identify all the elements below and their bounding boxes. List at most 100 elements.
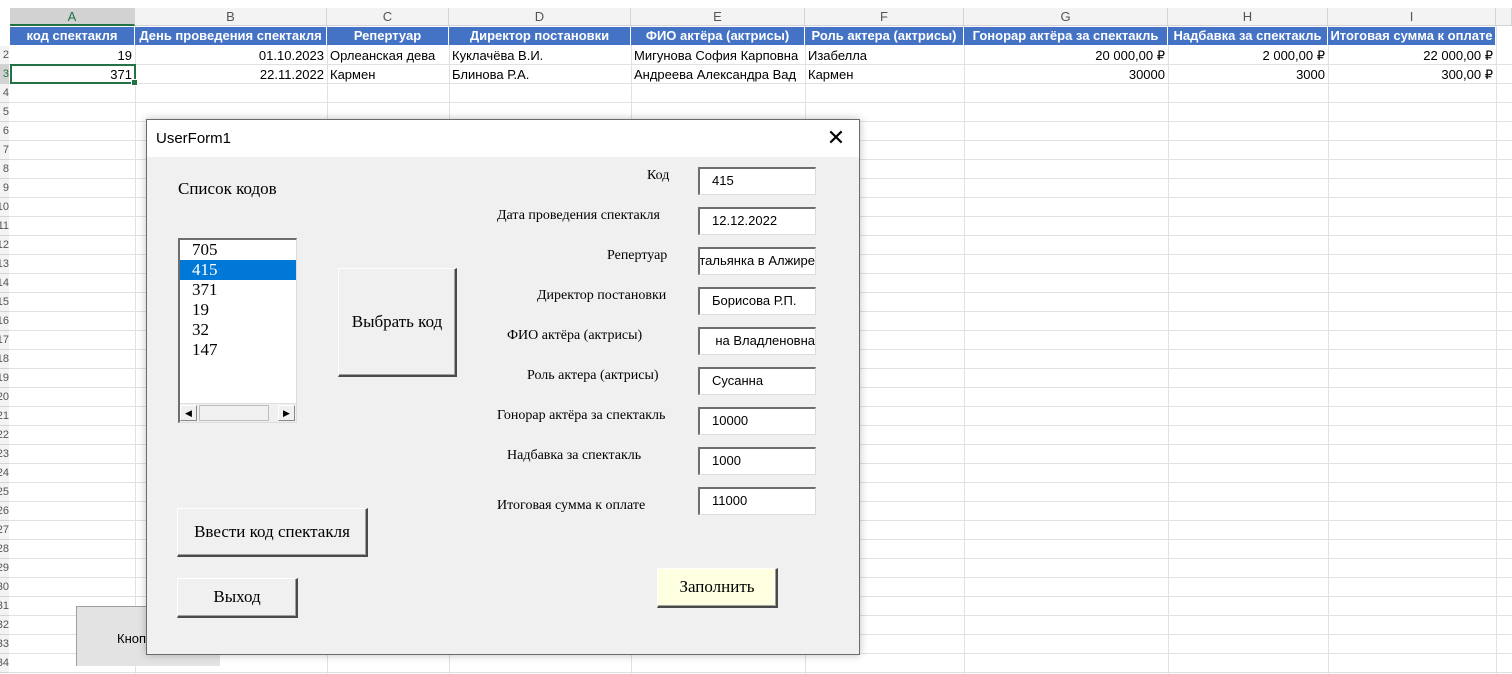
exit-button[interactable]: Выход [177, 578, 298, 618]
column-header-e[interactable]: E [631, 8, 805, 26]
table-cell[interactable]: 22 000,00 ₽ [1328, 46, 1496, 65]
row-header[interactable]: 34 [0, 654, 9, 673]
header-cell-actor-role[interactable]: Роль актера (актрисы) [805, 27, 964, 45]
table-cell[interactable]: 22.11.2022 [135, 65, 327, 84]
row-header[interactable]: 12 [0, 236, 9, 255]
row-header[interactable]: 5 [0, 103, 9, 122]
field-label-fee: Гонорар актёра за спектакль [497, 408, 666, 423]
row-header[interactable]: 28 [0, 540, 9, 559]
table-cell[interactable]: 300,00 ₽ [1328, 65, 1496, 84]
header-cell-code[interactable]: код спектакля [10, 27, 135, 45]
row-header[interactable]: 18 [0, 350, 9, 369]
field-label-director: Директор постановки [537, 288, 667, 303]
table-cell[interactable]: Кармен [327, 65, 449, 84]
row-header[interactable]: 25 [0, 483, 9, 502]
row-header[interactable]: 20 [0, 388, 9, 407]
horizontal-scrollbar[interactable]: ◀ ▶ [180, 403, 296, 422]
active-cell-selection[interactable] [10, 64, 138, 86]
row-header[interactable]: 14 [0, 274, 9, 293]
row-header[interactable]: 30 [0, 578, 9, 597]
column-header-i[interactable]: I [1328, 8, 1496, 26]
row-header[interactable]: 27 [0, 521, 9, 540]
row-header[interactable]: 19 [0, 369, 9, 388]
header-cell-director[interactable]: Директор постановки [449, 27, 631, 45]
row-header[interactable]: 10 [0, 198, 9, 217]
header-cell-date[interactable]: День проведения спектакля [135, 27, 327, 45]
list-item[interactable]: 147 [180, 340, 296, 360]
date-field[interactable]: 12.12.2022 [698, 207, 816, 235]
total-field[interactable]: 11000 [698, 487, 816, 515]
column-header-c[interactable]: C [327, 8, 449, 26]
header-cell-bonus[interactable]: Надбавка за спектакль [1168, 27, 1328, 45]
table-cell[interactable]: 01.10.2023 [135, 46, 327, 65]
scroll-left-icon[interactable]: ◀ [180, 405, 197, 421]
table-cell[interactable]: Блинова Р.А. [449, 65, 631, 84]
row-header[interactable]: 4 [0, 84, 9, 103]
column-header-g[interactable]: G [964, 8, 1168, 26]
list-item[interactable]: 371 [180, 280, 296, 300]
code-field[interactable]: 415 [698, 167, 816, 195]
scroll-right-icon[interactable]: ▶ [278, 405, 295, 421]
row-header[interactable]: 8 [0, 160, 9, 179]
column-header-a[interactable]: A [10, 8, 135, 26]
row-header[interactable]: 15 [0, 293, 9, 312]
row-header[interactable]: 29 [0, 559, 9, 578]
actor-name-field[interactable]: на Владленовна [698, 327, 816, 355]
header-cell-actor-name[interactable]: ФИО актёра (актрисы) [631, 27, 805, 45]
row-header[interactable]: 26 [0, 502, 9, 521]
table-cell[interactable]: Орлеанская дева [327, 46, 449, 65]
column-header-d[interactable]: D [449, 8, 631, 26]
column-header-f[interactable]: F [805, 8, 964, 26]
fee-field[interactable]: 10000 [698, 407, 816, 435]
header-cell-fee[interactable]: Гонорар актёра за спектакль [964, 27, 1168, 45]
table-cell[interactable]: Куклачёва В.И. [449, 46, 631, 65]
header-cell-repertoire[interactable]: Репертуар [327, 27, 449, 45]
list-item[interactable]: 19 [180, 300, 296, 320]
dialog-titlebar[interactable]: UserForm1 ✕ [147, 120, 859, 157]
repertoire-field[interactable]: тальянка в Алжире [698, 247, 816, 275]
row-header[interactable]: 31 [0, 597, 9, 616]
row-header[interactable]: 7 [0, 141, 9, 160]
close-icon[interactable]: ✕ [813, 120, 859, 157]
header-cell-total[interactable]: Итоговая сумма к оплате [1328, 27, 1496, 45]
row-header[interactable]: 2 [0, 46, 9, 65]
row-header[interactable]: 3 [0, 65, 9, 84]
table-cell[interactable]: 30000 [964, 65, 1168, 84]
row-header[interactable]: 22 [0, 426, 9, 445]
director-field[interactable]: Борисова Р.П. [698, 287, 816, 315]
row-header[interactable]: 6 [0, 122, 9, 141]
field-label-code: Код [647, 168, 670, 183]
row-header[interactable]: 23 [0, 445, 9, 464]
column-header-b[interactable]: B [135, 8, 327, 26]
row-header[interactable]: 24 [0, 464, 9, 483]
table-cell[interactable]: 19 [10, 46, 135, 65]
bonus-field[interactable]: 1000 [698, 447, 816, 475]
actor-role-field[interactable]: Сусанна [698, 367, 816, 395]
column-header-h[interactable]: H [1168, 8, 1328, 26]
table-cell[interactable]: 20 000,00 ₽ [964, 46, 1168, 65]
column-header-filler [1496, 8, 1512, 26]
table-cell[interactable]: Мигунова София Карповна [631, 46, 805, 65]
table-cell[interactable]: Изабелла [805, 46, 964, 65]
table-cell[interactable]: Кармен [805, 65, 964, 84]
table-cell[interactable]: 2 000,00 ₽ [1168, 46, 1328, 65]
choose-code-button[interactable]: Выбрать код [338, 268, 457, 377]
list-item[interactable]: 705 [180, 240, 296, 260]
table-cell[interactable]: 3000 [1168, 65, 1328, 84]
table-cell[interactable]: Андреева Александра Вад [631, 65, 805, 84]
scroll-thumb[interactable] [199, 405, 269, 421]
sheet-macro-button-label: Кноп [117, 631, 147, 646]
row-header[interactable]: 9 [0, 179, 9, 198]
row-header[interactable]: 17 [0, 331, 9, 350]
row-header[interactable]: 33 [0, 635, 9, 654]
enter-code-button[interactable]: Ввести код спектакля [177, 508, 368, 557]
row-header[interactable]: 13 [0, 255, 9, 274]
list-item-selected[interactable]: 415 [180, 260, 296, 280]
codes-listbox[interactable]: 705 415 371 19 32 147 ◀ ▶ [178, 238, 297, 423]
row-header[interactable]: 21 [0, 407, 9, 426]
row-header[interactable]: 32 [0, 616, 9, 635]
row-header[interactable]: 11 [0, 217, 9, 236]
fill-button[interactable]: Заполнить [657, 568, 778, 608]
row-header[interactable]: 16 [0, 312, 9, 331]
list-item[interactable]: 32 [180, 320, 296, 340]
